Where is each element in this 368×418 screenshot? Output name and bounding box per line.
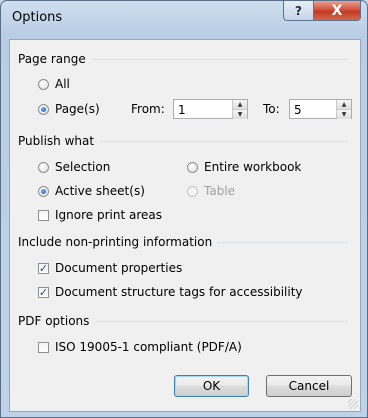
all-pages-label: All xyxy=(55,77,70,91)
pdf-options-group: PDF options xyxy=(18,314,348,328)
help-icon: ? xyxy=(295,3,302,18)
window-title: Options xyxy=(12,10,63,25)
entire-workbook-option[interactable]: Entire workbook xyxy=(187,159,301,175)
publish-what-group: Publish what xyxy=(18,134,348,148)
selection-radio[interactable] xyxy=(38,161,49,173)
from-label: From: xyxy=(131,101,165,117)
pages-radio[interactable] xyxy=(38,103,49,115)
iso-compliant-checkbox[interactable] xyxy=(38,341,49,353)
publish-what-heading: Publish what xyxy=(18,134,95,148)
resize-grip-icon[interactable] xyxy=(348,399,358,409)
from-input[interactable]: 1 xyxy=(178,103,186,117)
all-pages-radio[interactable] xyxy=(38,78,49,90)
to-label: To: xyxy=(263,101,280,117)
selection-label: Selection xyxy=(55,160,111,174)
separator-line xyxy=(91,58,348,60)
pages-option[interactable]: Page(s) xyxy=(38,101,100,117)
document-properties-label: Document properties xyxy=(55,261,183,275)
ok-button-label: OK xyxy=(202,379,221,393)
spin-up-icon[interactable]: ▲ xyxy=(233,100,247,109)
active-sheets-option[interactable]: Active sheet(s) xyxy=(38,183,145,199)
from-spin-field[interactable]: 1 ▲ ▼ xyxy=(173,99,248,119)
active-sheets-radio[interactable] xyxy=(38,185,49,197)
separator-line xyxy=(100,140,348,142)
help-button[interactable]: ? xyxy=(283,1,314,21)
ignore-print-areas-label: Ignore print areas xyxy=(55,208,162,222)
document-properties-checkbox[interactable]: ✓ xyxy=(38,261,49,275)
cancel-button[interactable]: Cancel xyxy=(266,375,352,397)
dialog-client-area: Page range All Page(s) From: 1 ▲ ▼ To: 5 xyxy=(9,39,361,412)
to-input[interactable]: 5 xyxy=(294,103,302,117)
check-icon: ✓ xyxy=(38,285,49,299)
cancel-button-label: Cancel xyxy=(288,379,330,393)
document-structure-tags-label: Document structure tags for accessibilit… xyxy=(55,285,303,299)
entire-workbook-radio[interactable] xyxy=(187,161,198,173)
pdf-options-heading: PDF options xyxy=(18,314,90,328)
document-structure-tags-checkbox[interactable]: ✓ xyxy=(38,285,49,299)
selection-option[interactable]: Selection xyxy=(38,159,110,175)
table-label: Table xyxy=(204,184,236,198)
table-radio xyxy=(187,185,198,197)
separator-line xyxy=(218,241,348,243)
close-button[interactable]: X xyxy=(314,1,361,21)
to-spinner[interactable]: ▲ ▼ xyxy=(336,100,351,119)
ignore-print-areas-option[interactable]: Ignore print areas xyxy=(38,207,162,223)
all-pages-option[interactable]: All xyxy=(38,76,70,92)
spin-up-icon[interactable]: ▲ xyxy=(337,100,351,109)
spin-down-icon[interactable]: ▼ xyxy=(233,109,247,119)
from-spinner[interactable]: ▲ ▼ xyxy=(232,100,247,119)
ignore-print-areas-checkbox[interactable] xyxy=(38,209,49,221)
spin-down-icon[interactable]: ▼ xyxy=(337,109,351,119)
non-printing-group: Include non-printing information xyxy=(18,235,348,249)
iso-compliant-option[interactable]: ISO 19005-1 compliant (PDF/A) xyxy=(38,339,242,355)
iso-compliant-label: ISO 19005-1 compliant (PDF/A) xyxy=(55,340,242,354)
to-spin-field[interactable]: 5 ▲ ▼ xyxy=(289,99,352,119)
title-bar-buttons: ? X xyxy=(283,1,361,21)
non-printing-heading: Include non-printing information xyxy=(18,235,213,249)
page-range-heading: Page range xyxy=(18,52,86,66)
options-dialog-window: Options ? X Page range All Page(s) From:… xyxy=(0,0,368,418)
active-sheets-label: Active sheet(s) xyxy=(55,184,145,198)
ok-button[interactable]: OK xyxy=(174,375,249,397)
document-structure-tags-option[interactable]: ✓ Document structure tags for accessibil… xyxy=(38,284,303,300)
document-properties-option[interactable]: ✓ Document properties xyxy=(38,260,182,276)
table-option: Table xyxy=(187,183,235,199)
pages-label: Page(s) xyxy=(55,102,100,116)
to-label-text: To: xyxy=(263,102,280,116)
entire-workbook-label: Entire workbook xyxy=(204,160,302,174)
close-icon: X xyxy=(331,2,343,19)
separator-line xyxy=(95,320,348,322)
check-icon: ✓ xyxy=(38,261,49,275)
page-range-group: Page range xyxy=(18,52,348,66)
from-label-text: From: xyxy=(131,102,165,116)
